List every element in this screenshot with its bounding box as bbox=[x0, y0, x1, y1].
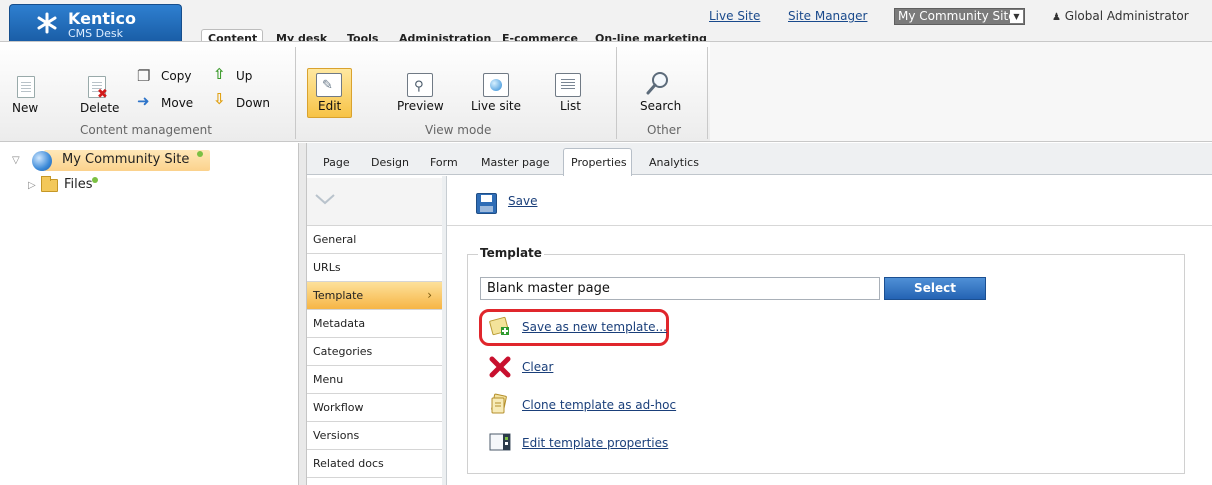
divider bbox=[707, 47, 708, 139]
new-button[interactable]: New bbox=[12, 101, 38, 115]
expand-triangle-icon[interactable]: ▷ bbox=[28, 180, 36, 191]
clone-template-link[interactable]: Clone template as ad-hoc bbox=[522, 398, 676, 412]
collapse-triangle-icon[interactable]: ▽ bbox=[12, 155, 20, 166]
kentico-logo-icon bbox=[37, 12, 57, 34]
group-label-other: Other bbox=[647, 123, 682, 137]
edit-label: Edit bbox=[318, 99, 342, 113]
up-button[interactable]: Up bbox=[236, 69, 252, 83]
divider bbox=[295, 47, 296, 139]
edit-icon: ✎ bbox=[316, 73, 342, 97]
save-icon[interactable] bbox=[476, 193, 497, 214]
group-label-content-management: Content management bbox=[80, 123, 212, 137]
live-site-button[interactable]: Live site bbox=[471, 99, 521, 113]
preview-button[interactable]: Preview bbox=[397, 99, 444, 113]
list-icon[interactable] bbox=[555, 73, 581, 97]
tab-master-page[interactable]: Master page bbox=[481, 156, 550, 169]
tree-root-label[interactable]: My Community Site bbox=[62, 152, 189, 167]
online-status-icon bbox=[197, 151, 203, 157]
content-tree bbox=[0, 143, 298, 485]
property-menu-item-label: Template bbox=[313, 289, 364, 302]
brand-product: CMS Desk bbox=[68, 27, 123, 40]
move-icon[interactable]: ➜ bbox=[137, 94, 150, 109]
collapse-chevron-icon[interactable] bbox=[314, 192, 336, 206]
edit-template-properties-link[interactable]: Edit template properties bbox=[522, 436, 668, 450]
clear-link[interactable]: Clear bbox=[522, 360, 553, 374]
copy-icon[interactable]: ❐ bbox=[137, 69, 150, 84]
tree-item-files[interactable]: Files bbox=[64, 177, 93, 192]
top-header: Kentico CMS Desk Live Site Site Manager … bbox=[0, 0, 1212, 45]
template-legend: Template bbox=[478, 246, 544, 260]
copy-button[interactable]: Copy bbox=[161, 69, 191, 83]
tab-properties[interactable]: Properties bbox=[571, 156, 627, 169]
site-manager-link[interactable]: Site Manager bbox=[788, 9, 867, 23]
user-icon: ♟ bbox=[1052, 12, 1061, 23]
template-name-field[interactable]: Blank master page bbox=[480, 277, 880, 300]
live-site-icon[interactable] bbox=[483, 73, 509, 97]
property-menu-item-categories[interactable]: Categories bbox=[307, 338, 442, 366]
site-selector[interactable]: My Community Site ▼ bbox=[894, 8, 1025, 25]
save-link[interactable]: Save bbox=[508, 194, 537, 208]
property-menu-item-general[interactable]: General bbox=[307, 226, 442, 254]
preview-icon[interactable]: ⚲ bbox=[407, 73, 433, 97]
group-label-view-mode: View mode bbox=[425, 123, 492, 137]
search-icon[interactable] bbox=[645, 70, 671, 96]
edit-template-properties-icon[interactable] bbox=[489, 431, 511, 453]
pane-splitter[interactable] bbox=[298, 143, 307, 485]
save-bar bbox=[447, 176, 1212, 226]
divider bbox=[616, 47, 617, 139]
list-button[interactable]: List bbox=[560, 99, 581, 113]
property-menu-item-metadata[interactable]: Metadata bbox=[307, 310, 442, 338]
chevron-down-icon[interactable]: ▼ bbox=[1010, 10, 1023, 23]
delete-button[interactable]: Delete bbox=[80, 101, 119, 115]
arrow-down-icon[interactable]: ⇩ bbox=[213, 92, 226, 107]
kentico-logo[interactable]: Kentico CMS Desk bbox=[9, 4, 182, 41]
property-menu-item-urls[interactable]: URLs bbox=[307, 254, 442, 282]
current-user[interactable]: ♟ Global Administrator bbox=[1052, 9, 1189, 23]
user-name: Global Administrator bbox=[1064, 9, 1189, 23]
site-selector-value: My Community Site bbox=[898, 9, 1016, 23]
down-button[interactable]: Down bbox=[236, 96, 270, 110]
tab-page[interactable]: Page bbox=[323, 156, 350, 169]
delete-document-icon[interactable]: ✖ bbox=[88, 76, 108, 102]
clone-template-icon[interactable] bbox=[489, 393, 511, 415]
online-status-icon bbox=[92, 177, 98, 183]
tab-design[interactable]: Design bbox=[371, 156, 409, 169]
property-menu-item-related-docs[interactable]: Related docs bbox=[307, 450, 442, 478]
save-as-new-template-icon[interactable] bbox=[489, 316, 511, 338]
tab-form[interactable]: Form bbox=[430, 156, 458, 169]
property-menu-item-template[interactable]: Template › bbox=[307, 282, 442, 310]
brand-name: Kentico bbox=[68, 9, 136, 28]
property-menu-item-versions[interactable]: Versions bbox=[307, 422, 442, 450]
select-template-button[interactable]: Select bbox=[884, 277, 986, 300]
tab-analytics[interactable]: Analytics bbox=[649, 156, 699, 169]
property-menu-item-workflow[interactable]: Workflow bbox=[307, 394, 442, 422]
save-as-new-template-link[interactable]: Save as new template... bbox=[522, 320, 667, 334]
search-button[interactable]: Search bbox=[640, 99, 681, 113]
chevron-right-icon: › bbox=[427, 288, 432, 302]
globe-icon bbox=[32, 151, 52, 171]
move-button[interactable]: Move bbox=[161, 96, 193, 110]
new-document-icon[interactable] bbox=[17, 76, 35, 98]
property-menu-item-menu[interactable]: Menu bbox=[307, 366, 442, 394]
clear-icon[interactable] bbox=[489, 356, 511, 378]
arrow-up-icon[interactable]: ⇧ bbox=[213, 67, 226, 82]
folder-icon bbox=[41, 176, 58, 192]
live-site-link[interactable]: Live Site bbox=[709, 9, 760, 23]
